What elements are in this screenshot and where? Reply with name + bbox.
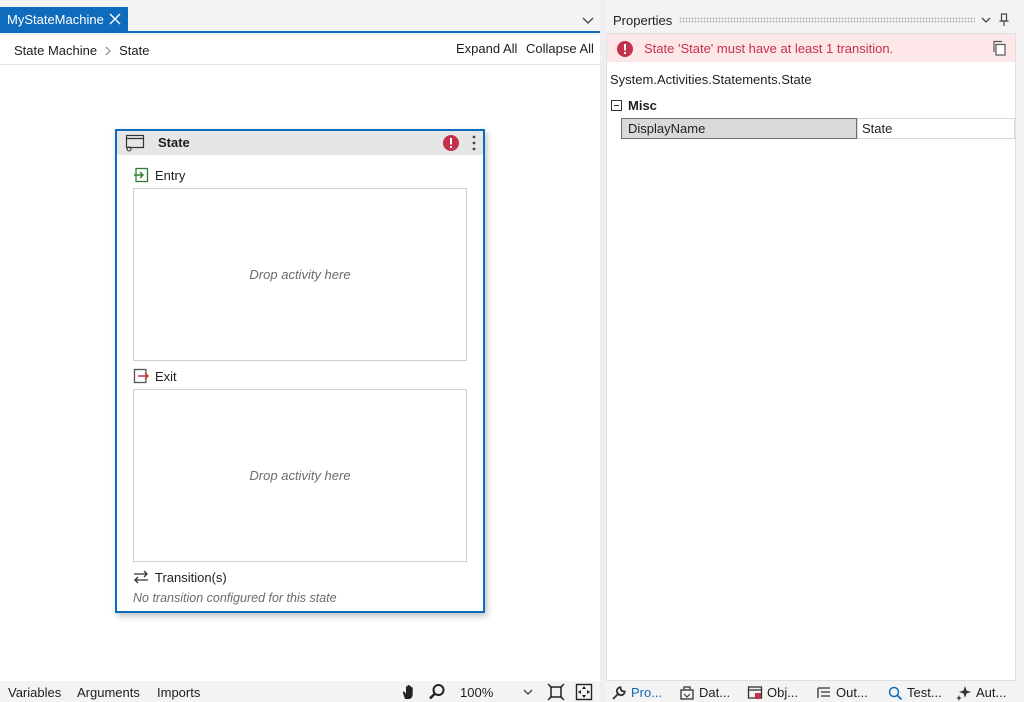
pin-icon[interactable]	[998, 13, 1010, 27]
tab-test-explorer[interactable]: Test...	[887, 683, 942, 702]
tab-label: Dat...	[699, 685, 731, 700]
exit-label: Exit	[155, 368, 177, 384]
designer-bottom-bar: Variables Arguments Imports 100%	[0, 681, 600, 702]
transition-arrows-icon	[134, 570, 148, 584]
validation-error-banner: State 'State' must have at least 1 trans…	[607, 34, 1015, 62]
chevron-right-icon	[105, 46, 111, 55]
tab-label: Pro...	[631, 685, 663, 700]
no-transition-message: No transition configured for this state	[133, 591, 337, 605]
copy-icon[interactable]	[991, 40, 1007, 56]
properties-panel: Properties State 'State' must have at le…	[605, 0, 1024, 702]
breadcrumb: State Machine State	[14, 43, 149, 58]
workflow-designer: MyStateMachine State Machine State Expan…	[0, 0, 600, 702]
exit-placeholder: Drop activity here	[249, 468, 351, 483]
error-icon[interactable]	[442, 134, 460, 152]
error-icon	[617, 41, 633, 57]
properties-titlebar[interactable]: Properties	[605, 8, 1017, 32]
overview-map-icon[interactable]	[575, 683, 593, 701]
collapse-toggle-icon[interactable]	[611, 100, 622, 111]
document-tab[interactable]: MyStateMachine	[0, 7, 128, 32]
category-label: Misc	[628, 98, 657, 113]
entry-drop-zone[interactable]: Drop activity here	[133, 188, 467, 361]
tab-object-repository[interactable]: Obj...	[747, 683, 798, 702]
hand-pan-icon[interactable]	[400, 683, 418, 701]
more-options-icon[interactable]	[467, 134, 481, 152]
expand-all-button[interactable]: Expand All	[456, 41, 517, 56]
state-title: State	[158, 135, 190, 150]
tab-data-manager[interactable]: Dat...	[679, 683, 730, 702]
breadcrumb-item-state[interactable]: State	[119, 43, 149, 58]
property-row-displayname[interactable]: DisplayName State	[621, 118, 1015, 139]
property-value-input[interactable]: State	[857, 118, 1015, 139]
entry-label: Entry	[155, 167, 186, 183]
activity-type-name: System.Activities.Statements.State	[610, 72, 812, 87]
breadcrumb-bar: State Machine State Expand All Collapse …	[0, 35, 600, 65]
tab-label: Aut...	[976, 685, 1007, 700]
entry-placeholder: Drop activity here	[249, 267, 351, 282]
outline-icon	[817, 686, 830, 698]
transitions-section-label: Transition(s)	[133, 569, 227, 585]
zoom-icon[interactable]	[428, 683, 446, 701]
wrench-icon	[612, 685, 626, 700]
breadcrumb-item-state-machine[interactable]: State Machine	[14, 43, 97, 58]
tab-label: Out...	[836, 685, 868, 700]
exit-icon	[133, 368, 149, 384]
properties-title: Properties	[613, 13, 673, 28]
data-manager-icon	[680, 685, 694, 700]
property-category-misc[interactable]: Misc	[611, 98, 657, 113]
tab-autopilot[interactable]: Aut...	[956, 683, 1006, 702]
chevron-down-icon[interactable]	[980, 14, 992, 26]
chevron-down-icon[interactable]	[522, 687, 534, 697]
variables-tab[interactable]: Variables	[8, 685, 61, 700]
arguments-tab[interactable]: Arguments	[77, 685, 140, 700]
test-explorer-icon	[888, 686, 903, 700]
close-icon[interactable]	[107, 11, 123, 27]
tab-label: Obj...	[767, 685, 799, 700]
zoom-level[interactable]: 100%	[460, 685, 493, 700]
tab-label: Test...	[907, 685, 942, 700]
fit-to-screen-icon[interactable]	[547, 683, 565, 701]
sparkle-icon	[956, 685, 971, 701]
validation-error-message: State 'State' must have at least 1 trans…	[644, 41, 894, 56]
tab-properties[interactable]: Pro...	[611, 683, 662, 702]
entry-section-label: Entry	[133, 167, 185, 183]
chevron-down-icon[interactable]	[580, 12, 596, 28]
transitions-label: Transition(s)	[155, 569, 227, 585]
tab-outline[interactable]: Out...	[816, 683, 868, 702]
state-header[interactable]: State	[117, 131, 483, 155]
document-tabstrip: MyStateMachine	[0, 0, 600, 33]
document-tab-title: MyStateMachine	[7, 12, 104, 27]
state-icon	[125, 134, 145, 152]
object-repository-icon	[747, 685, 763, 699]
state-activity[interactable]: State Entry Drop activity here Exit Drop…	[115, 129, 485, 613]
imports-tab[interactable]: Imports	[157, 685, 200, 700]
property-name[interactable]: DisplayName	[621, 118, 857, 139]
exit-section-label: Exit	[133, 368, 177, 384]
properties-body: State 'State' must have at least 1 trans…	[606, 33, 1016, 681]
exit-drop-zone[interactable]: Drop activity here	[133, 389, 467, 562]
entry-icon	[134, 167, 149, 183]
drag-grip[interactable]	[679, 17, 975, 23]
designer-canvas[interactable]: State Entry Drop activity here Exit Drop…	[0, 65, 600, 681]
collapse-all-button[interactable]: Collapse All	[526, 41, 594, 56]
panel-tabstrip: Pro... Dat... Obj... Out... Test... Aut.…	[605, 682, 1024, 702]
